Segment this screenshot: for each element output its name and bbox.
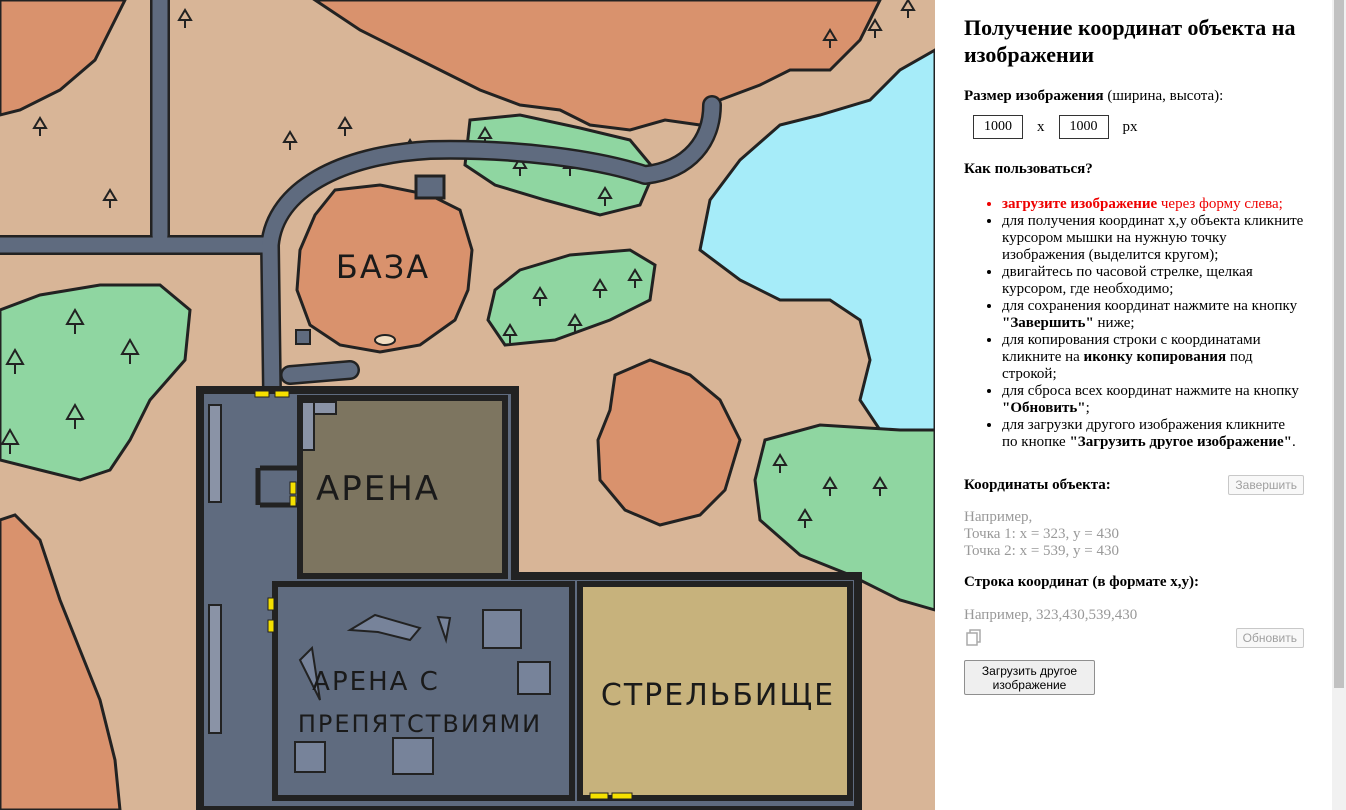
step-3-text: двигайтесь по часовой стрелке, щелкая ку… — [1002, 264, 1253, 297]
base-label: БАЗА — [336, 248, 430, 286]
example-point-2: Точка 2: x = 539, y = 430 — [964, 543, 1119, 559]
copy-icon[interactable] — [964, 628, 984, 648]
step-4: для сохранения координат нажмите на кноп… — [1002, 298, 1304, 332]
step-7-bold: "Загрузить другое изображение" — [1069, 434, 1292, 450]
scrollbar[interactable] — [1332, 0, 1346, 810]
step-5-bold: иконку копирования — [1083, 349, 1227, 365]
map-image[interactable]: БАЗА АРЕНА АРЕНА С ПРЕПЯТСТВИЯМИ СТРЕЛЬБ… — [0, 0, 935, 810]
string-title: Строка координат (в формате x,y): — [964, 574, 1199, 590]
map-canvas[interactable]: БАЗА АРЕНА АРЕНА С ПРЕПЯТСТВИЯМИ СТРЕЛЬБ… — [0, 0, 935, 810]
height-input[interactable]: 1000 — [1058, 115, 1109, 139]
step-2-text: для получения координат x,y объекта клик… — [1002, 213, 1304, 263]
string-example: Например, 323,430,539,430 — [964, 607, 1138, 623]
arena-obstacles-label-1: АРЕНА С — [312, 667, 440, 697]
finish-button[interactable]: Завершить — [1228, 475, 1304, 495]
unit-label: px — [1122, 118, 1138, 135]
page-title: Получение координат объекта на изображен… — [964, 15, 1296, 67]
example-point-1: Точка 1: x = 323, y = 430 — [964, 526, 1119, 542]
step-5: для копирования строки с координатами кл… — [1002, 332, 1304, 383]
arena-label: АРЕНА — [316, 469, 440, 509]
size-label-bold: Размер изображения — [964, 88, 1104, 104]
step-6: для сброса всех координат нажмите на кно… — [1002, 383, 1304, 417]
example-intro: Например, — [964, 509, 1033, 525]
step-7-post: . — [1292, 434, 1296, 450]
size-fields: 1000 x 1000 px — [973, 115, 1304, 139]
step-1-text: через форму слева; — [1157, 196, 1283, 212]
howto-list: загрузите изображение через форму слева;… — [964, 196, 1304, 451]
control-panel: Получение координат объекта на изображен… — [935, 0, 1332, 810]
string-actions: Обновить — [964, 628, 1304, 648]
step-4-post: ниже; — [1093, 315, 1135, 331]
range-label: СТРЕЛЬБИЩЕ — [601, 678, 835, 713]
step-4-text: для сохранения координат нажмите на кноп… — [1002, 298, 1298, 314]
size-label: Размер изображения (ширина, высота): — [964, 88, 1304, 105]
step-3: двигайтесь по часовой стрелке, щелкая ку… — [1002, 264, 1304, 298]
upload-another-button[interactable]: Загрузить другое изображение — [964, 660, 1095, 695]
refresh-button[interactable]: Обновить — [1235, 628, 1304, 648]
howto-title: Как пользоваться? — [964, 161, 1093, 177]
size-label-rest: (ширина, высота): — [1103, 88, 1224, 104]
step-6-bold: "Обновить" — [1002, 400, 1086, 416]
step-1-bold: загрузите изображение — [1002, 196, 1158, 212]
arena-obstacles-label-2: ПРЕПЯТСТВИЯМИ — [298, 710, 542, 738]
width-input[interactable]: 1000 — [973, 115, 1023, 139]
step-7: для загрузки другого изображения кликнит… — [1002, 417, 1304, 451]
coords-title: Координаты объекта: — [964, 476, 1111, 493]
step-1: загрузите изображение через форму слева; — [1002, 196, 1304, 213]
coords-header: Координаты объекта: Завершить — [964, 475, 1304, 495]
step-4-bold: "Завершить" — [1002, 315, 1094, 331]
step-6-text: для сброса всех координат нажмите на кно… — [1002, 383, 1299, 399]
step-2: для получения координат x,y объекта клик… — [1002, 213, 1304, 264]
step-6-post: ; — [1085, 400, 1090, 416]
coords-example: Например, Точка 1: x = 323, y = 430 Точк… — [964, 509, 1304, 560]
times-sign: x — [1037, 118, 1045, 135]
scrollbar-thumb[interactable] — [1334, 0, 1344, 688]
